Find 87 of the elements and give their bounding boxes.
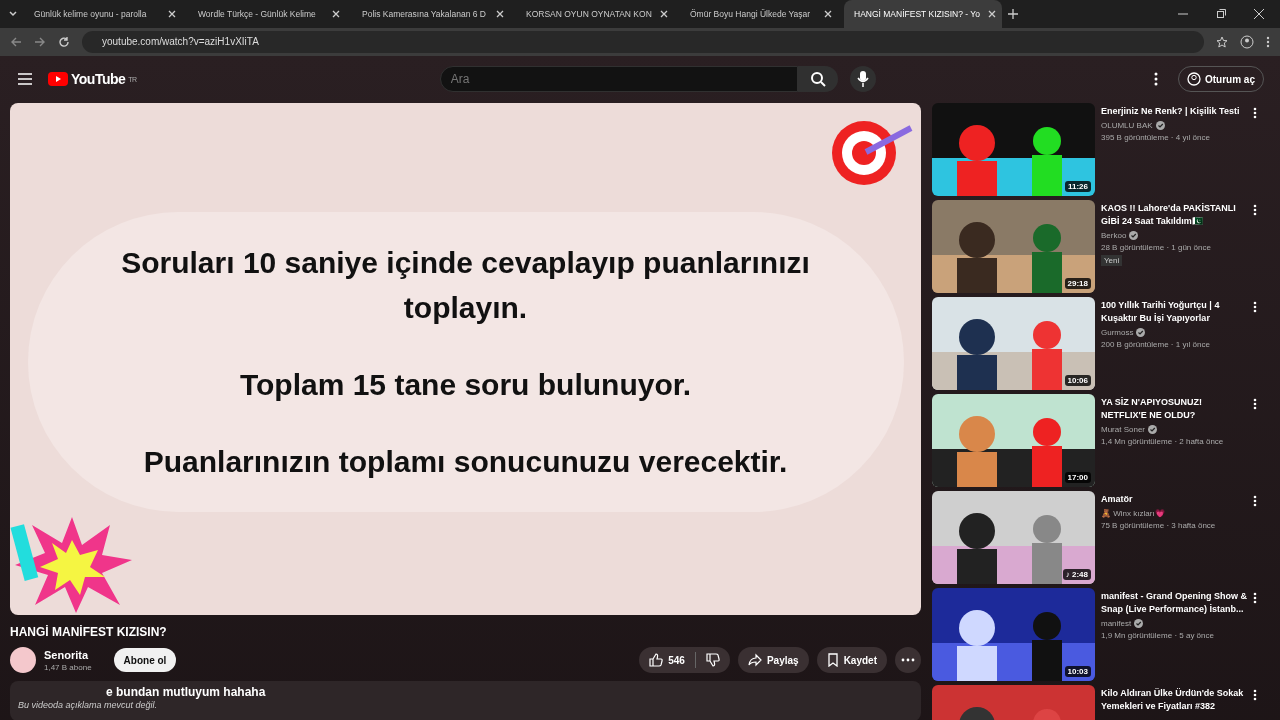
share-button[interactable]: Paylaş: [737, 647, 809, 673]
close-icon[interactable]: [988, 10, 996, 18]
back-icon[interactable]: [10, 36, 22, 48]
browser-tab[interactable]: Ömür Boyu Hangi Ülkede Yaşar: [680, 0, 838, 28]
channel-name[interactable]: Senorita: [44, 648, 92, 661]
video-meta: 200 B görüntüleme · 1 yıl önce: [1101, 340, 1211, 349]
video-title[interactable]: YA SİZ N'APIYOSUNUZ! NETFLIX'E NE OLDU?: [1101, 396, 1247, 422]
video-title: HANGİ MANİFEST KIZISIN?: [10, 625, 168, 639]
channel-avatar[interactable]: [10, 647, 36, 673]
play-icon[interactable]: [48, 72, 68, 86]
more-icon[interactable]: [1253, 204, 1257, 216]
new-tab-icon[interactable]: [1008, 9, 1018, 19]
tab-search-icon[interactable]: [8, 9, 18, 19]
search-icon[interactable]: [809, 71, 826, 87]
forward-icon[interactable]: [34, 36, 46, 48]
video-title[interactable]: manifest - Grand Opening Show & Snap (Live Performance) İstanb...: [1101, 590, 1247, 616]
video-meta: 75 B görüntüleme · 3 hafta önce: [1101, 521, 1217, 530]
channel-name[interactable]: Murat Soner: [1101, 425, 1146, 434]
description-panel[interactable]: e bundan mutluyum hahaha Bu videoda açıklama mevcut değil.: [10, 681, 921, 720]
video-title[interactable]: 100 Yıllık Tarihi Yoğurtçu | 4 Kuşaktır Bu İşi Yapıyorlar: [1101, 299, 1247, 325]
close-icon[interactable]: [660, 10, 668, 18]
more-button[interactable]: [895, 647, 921, 673]
save-button[interactable]: Kaydet: [816, 647, 887, 673]
video-duration: 11:26: [1064, 181, 1091, 192]
video-meta: 395 B görüntüleme · 4 yıl önce: [1101, 133, 1211, 142]
more-icon[interactable]: [1253, 107, 1257, 119]
video-caption: Toplam 15 tane soru bulunuyor.: [238, 366, 693, 403]
video-meta: 28 B görüntüleme · 1 gün önce: [1101, 243, 1212, 252]
video-title[interactable]: Enerjiniz Ne Renk? | Kişilik Testi: [1101, 105, 1247, 118]
browser-tab[interactable]: Wordle Türkçe - Günlük Kelime: [188, 0, 346, 28]
close-icon[interactable]: [1254, 9, 1264, 19]
close-icon[interactable]: [332, 10, 340, 18]
video-meta: 1,4 Mn görüntüleme · 2 hafta önce: [1101, 437, 1225, 446]
logo-text[interactable]: YouTube: [71, 71, 126, 87]
video-duration: 10:06: [1064, 375, 1091, 386]
browser-tab[interactable]: Günlük kelime oyunu - parolla: [24, 0, 182, 28]
search-field[interactable]: Ara: [439, 66, 798, 92]
video-title[interactable]: Amatör: [1101, 493, 1247, 506]
channel-name[interactable]: manifest: [1101, 619, 1132, 628]
new-badge: Yeni: [1101, 255, 1123, 266]
thumbs-up-icon[interactable]: [649, 653, 664, 667]
subtitle-overlay: e bundan mutluyum hahaha: [106, 685, 267, 699]
video-player[interactable]: Soruları 10 saniye içinde cevaplayıp puanlarınızı toplayın. Toplam 15 tane soru bulunuyor. Puanlarınızın toplamı sonucunuzu verecektir.: [10, 103, 921, 615]
channel-name[interactable]: 🧸 Winx kızları💗: [1101, 509, 1165, 518]
more-icon[interactable]: [1253, 398, 1257, 410]
video-duration: 29:18: [1064, 278, 1091, 289]
more-icon[interactable]: [1253, 495, 1257, 507]
close-icon[interactable]: [496, 10, 504, 18]
description-text: Bu videoda açıklama mevcut değil.: [18, 700, 159, 711]
restore-icon[interactable]: [1216, 9, 1226, 19]
browser-tab[interactable]: KORSAN OYUN OYNATAN KON: [516, 0, 674, 28]
video-caption: Soruları 10 saniye içinde cevaplayıp puanlarınızı toplayın.: [120, 244, 811, 326]
thumbs-down-icon[interactable]: [705, 653, 720, 667]
more-icon[interactable]: [1253, 301, 1257, 313]
subscriber-count: 1,47 B abone: [44, 662, 92, 672]
microphone-icon[interactable]: [856, 71, 869, 87]
channel-name[interactable]: Gurmoss: [1101, 328, 1134, 337]
subscribe-button[interactable]: Abone ol: [113, 648, 177, 672]
menu-icon[interactable]: [18, 73, 32, 85]
channel-name[interactable]: Berkoo: [1101, 231, 1127, 240]
video-caption: Puanlarınızın toplamı sonucunuzu verecektir.: [142, 443, 789, 480]
close-icon[interactable]: [168, 10, 176, 18]
video-meta: 1,9 Mn görüntüleme · 5 ay önce: [1101, 631, 1215, 640]
video-duration: ♪ 2:48: [1062, 569, 1091, 580]
video-title[interactable]: KAOS !! Lahore'da PAKİSTANLI GİBİ 24 Saat Takıldım🇵🇰: [1101, 202, 1247, 228]
like-button[interactable]: 546: [639, 647, 695, 673]
close-icon[interactable]: [824, 10, 832, 18]
star-icon[interactable]: [1216, 36, 1228, 48]
share-icon[interactable]: [747, 653, 762, 667]
profile-icon[interactable]: [1240, 35, 1254, 49]
more-icon[interactable]: [1154, 72, 1158, 86]
browser-tab[interactable]: Polis Kamerasına Yakalanan 6 D: [352, 0, 510, 28]
account-icon[interactable]: [1187, 72, 1201, 86]
video-duration: 17:00: [1064, 472, 1091, 483]
microphone-button[interactable]: [849, 66, 876, 92]
reload-icon[interactable]: [58, 36, 70, 48]
bookmark-icon[interactable]: [826, 653, 839, 667]
address-bar[interactable]: youtube.com/watch?v=aziH1vXIiTA: [82, 31, 1204, 53]
menu-icon[interactable]: [1266, 36, 1270, 48]
more-icon[interactable]: [901, 658, 915, 662]
channel-name[interactable]: OLUMLU BAK: [1101, 121, 1153, 130]
more-icon[interactable]: [1253, 592, 1257, 604]
more-icon[interactable]: [1253, 689, 1257, 701]
video-duration: 10:03: [1064, 666, 1091, 677]
browser-tab[interactable]: HANGİ MANİFEST KIZISIN? - Yo: [844, 0, 1002, 28]
search-button[interactable]: [797, 66, 838, 92]
video-title[interactable]: Kilo Aldıran Ülke Ürdün'de Sokak Yemekleri ve Fiyatları #382: [1101, 687, 1247, 713]
